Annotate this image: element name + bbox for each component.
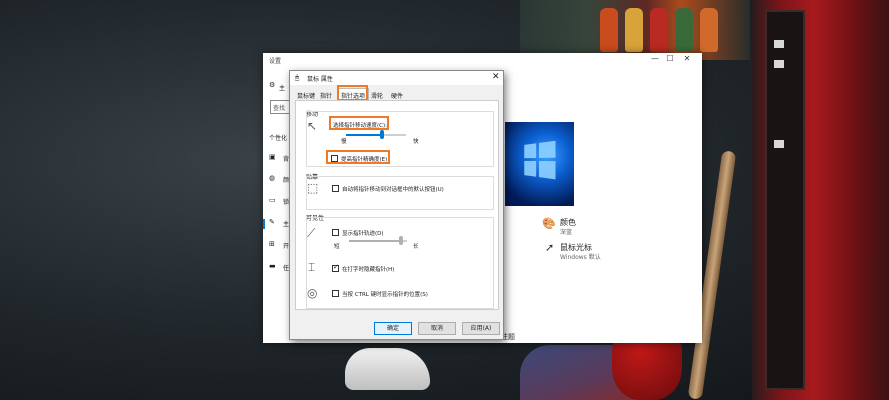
tab-highlight-box xyxy=(337,85,368,101)
ok-button[interactable]: 确定 xyxy=(374,322,412,335)
trails-long-label: 长 xyxy=(413,244,419,250)
hide-pointer-icon: ⌶ xyxy=(308,260,316,274)
precision-highlight-box xyxy=(326,150,390,164)
cursor-icon: ➚ xyxy=(545,241,555,254)
sidebar-section-label: 个性化 xyxy=(269,135,288,142)
speed-highlight-box xyxy=(329,116,389,130)
pointer-arrow-icon: ↖ xyxy=(307,119,318,133)
hide-pointer-label[interactable]: 在打字时隐藏指针(H) xyxy=(342,265,394,273)
windows-logo-icon xyxy=(524,140,556,180)
trails-label[interactable]: 显示指针轨迹(D) xyxy=(342,229,384,237)
sidebar-selection-indicator xyxy=(263,219,265,229)
trails-checkbox[interactable] xyxy=(332,229,339,236)
cursor-option-value: Windows 默认 xyxy=(560,254,601,261)
brush-icon[interactable]: ✎ xyxy=(269,218,275,226)
picture-icon[interactable]: ▣ xyxy=(269,153,276,161)
ctrl-location-label[interactable]: 当按 CTRL 键时显示指针的位置(S) xyxy=(342,290,428,298)
mouse-properties-dialog: 🖱 鼠标 属性 ✕ 鼠标键 指针 指针选项 滑轮 硬件 移动 ↖ 选择指针移动速… xyxy=(289,70,504,340)
home-icon[interactable]: ⚙ xyxy=(269,81,275,89)
trails-slider-fill xyxy=(349,240,402,242)
mouse-icon: 🖱 xyxy=(295,74,300,82)
dialog-titlebar: 🖱 鼠标 属性 ✕ xyxy=(290,71,503,85)
cancel-button[interactable]: 取消 xyxy=(418,322,456,335)
speed-slider-track[interactable] xyxy=(346,134,406,136)
speed-slow-label: 慢 xyxy=(341,139,347,145)
close-icon[interactable]: ✕ xyxy=(677,54,697,63)
speed-fast-label: 快 xyxy=(413,139,419,145)
apply-button[interactable]: 应用(A) xyxy=(462,322,500,335)
vending-led xyxy=(774,140,784,148)
hide-pointer-checkbox[interactable] xyxy=(332,263,339,272)
palette-icon: 🎨 xyxy=(542,217,556,230)
dialog-title: 鼠标 属性 xyxy=(307,76,333,83)
show-location-icon: ◎ xyxy=(307,286,318,300)
white-shoe xyxy=(345,348,430,390)
snap-group xyxy=(306,176,494,210)
vending-machine-panel xyxy=(765,10,805,390)
palette-icon[interactable]: ◍ xyxy=(269,174,275,182)
background-bottle xyxy=(700,8,718,52)
ctrl-location-checkbox[interactable] xyxy=(332,290,339,297)
close-icon[interactable]: ✕ xyxy=(492,72,500,82)
start-icon[interactable]: ⊞ xyxy=(269,240,275,248)
background-bottle xyxy=(625,8,643,52)
snap-checkbox[interactable] xyxy=(332,185,339,192)
taskbar-icon[interactable]: ▬ xyxy=(269,262,276,270)
monitor-icon[interactable]: ▭ xyxy=(269,196,276,204)
pointer-options-panel: 移动 ↖ 选择指针移动速度(C): 慢 快 提高指针精确度(E) 贴靠 ⬚ 自动… xyxy=(295,100,499,310)
tab-buttons[interactable]: 鼠标键 xyxy=(294,89,318,100)
speed-slider-fill xyxy=(346,134,382,136)
tab-wheel[interactable]: 滑轮 xyxy=(368,89,386,100)
trails-short-label: 短 xyxy=(334,244,340,250)
color-option-value: 深蓝 xyxy=(560,229,573,236)
tab-hardware[interactable]: 硬件 xyxy=(388,89,406,100)
background-bottle xyxy=(650,8,668,52)
pointer-trails-icon: ⟋ xyxy=(307,226,316,240)
background-bottle xyxy=(600,8,618,52)
snap-label[interactable]: 自动将指针移动到对话框中的默认按钮(U) xyxy=(342,185,444,193)
background-bottle xyxy=(675,8,693,52)
tab-pointers[interactable]: 指针 xyxy=(317,89,335,100)
trails-slider-thumb[interactable] xyxy=(399,236,404,245)
snap-pointer-icon: ⬚ xyxy=(307,181,319,195)
sidebar-home-label[interactable]: 主 xyxy=(279,83,285,92)
settings-title: 设置 xyxy=(269,58,282,65)
speed-slider-thumb[interactable] xyxy=(380,130,384,139)
vending-led xyxy=(774,40,784,48)
vending-led xyxy=(774,60,784,68)
